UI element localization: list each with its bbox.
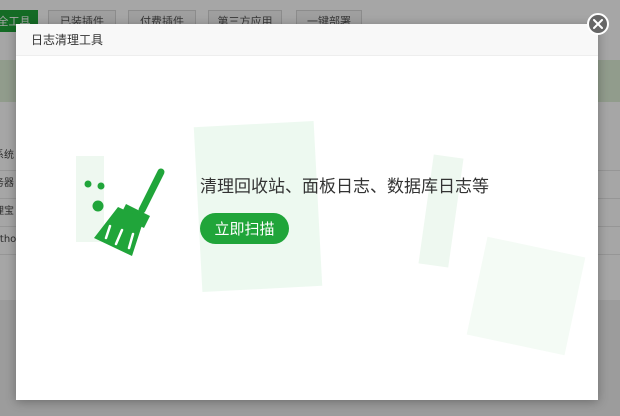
decoration-shape: [193, 120, 323, 293]
log-cleanup-dialog: 日志清理工具 清理回收站、面板日志、数据库日志等 立即扫描: [16, 24, 598, 400]
scan-now-button[interactable]: 立即扫描: [200, 213, 289, 244]
decoration-shape: [466, 236, 586, 356]
close-icon: [593, 19, 603, 29]
broom-icon: [82, 164, 172, 256]
dialog-title: 日志清理工具: [31, 33, 104, 47]
cleanup-description: 清理回收站、面板日志、数据库日志等: [200, 177, 489, 197]
dialog-header: 日志清理工具: [16, 24, 598, 56]
close-button[interactable]: [587, 13, 609, 35]
